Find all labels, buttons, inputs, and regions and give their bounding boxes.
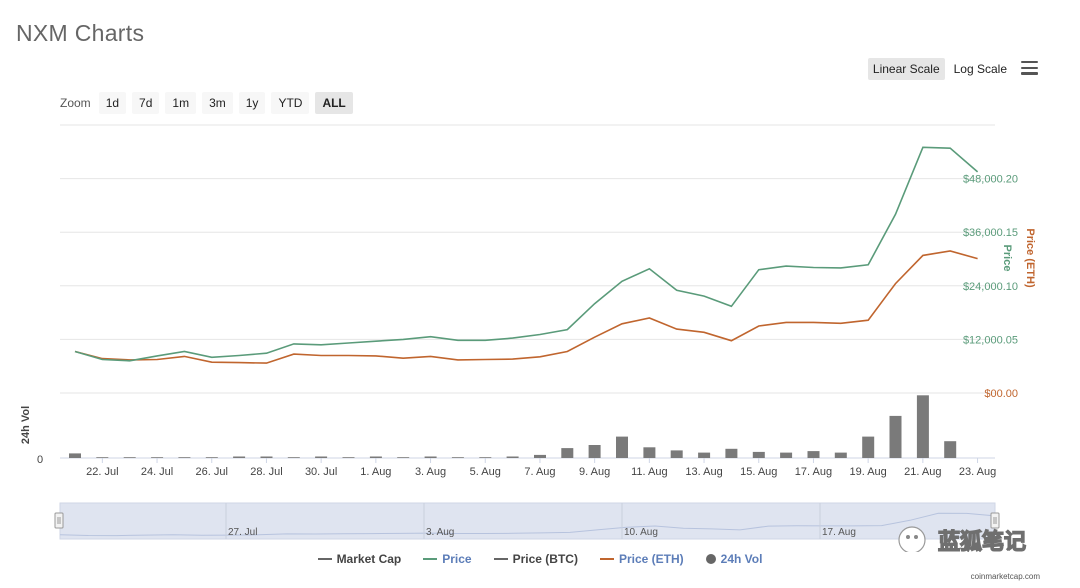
price-chart[interactable]: $00.00 $12,000.05 $24,000.10 $36,000.15 $48,…: [0, 0, 1080, 552]
x-tick-label: 17. Aug: [795, 466, 832, 478]
x-tick-label: 3. Aug: [415, 466, 446, 478]
legend-item-price-btc[interactable]: Price (BTC): [493, 552, 578, 566]
legend-24h-vol-swatch: [705, 554, 716, 564]
legend-price-label: Price: [442, 552, 472, 566]
navigator-label: 10. Aug: [624, 527, 658, 538]
volume-bar: [616, 436, 628, 458]
watermark-text: 蓝狐笔记: [938, 529, 1026, 552]
volume-bar: [96, 457, 109, 458]
x-tick-label: 15. Aug: [740, 466, 777, 478]
navigator-handle-left[interactable]: [54, 512, 64, 529]
volume-bar: [698, 452, 711, 458]
volume-bar: [123, 457, 136, 458]
volume-bar: [342, 457, 355, 458]
navigator-label: 27. Jul: [228, 527, 257, 538]
volume-bar: [69, 453, 81, 458]
legend: Market Cap Price Price (BTC) Price (ETH)…: [0, 552, 1080, 566]
x-tick-label: 22. Jul: [86, 466, 118, 478]
legend-item-24h-vol[interactable]: 24h Vol: [705, 552, 763, 566]
volume-bar: [151, 457, 164, 458]
vol-zero-label: 0: [37, 454, 43, 466]
y-axis-labels: $00.00 $12,000.05 $24,000.10 $36,000.15 $48,…: [963, 174, 1018, 400]
volume-bar: [834, 452, 847, 458]
x-tick-label: 11. Aug: [631, 466, 668, 478]
volume-bar: [178, 457, 191, 458]
vol-axis-title: 24h Vol: [20, 406, 32, 444]
x-tick-label: 30. Jul: [305, 466, 337, 478]
x-tick-label: 1. Aug: [360, 466, 391, 478]
volume-bar: [862, 436, 875, 458]
x-tick-label: 24. Jul: [141, 466, 173, 478]
y-tick-label: $00.00: [984, 388, 1018, 400]
x-tick-label: 13. Aug: [685, 466, 722, 478]
x-axis-labels: 22. Jul 24. Jul 26. Jul 28. Jul 30. Jul 1. Au…: [86, 458, 996, 478]
legend-market-cap-swatch: [317, 558, 332, 560]
x-tick-label: 28. Jul: [250, 466, 282, 478]
navigator-label: 17. Aug: [822, 527, 856, 538]
volume-bar: [944, 441, 957, 458]
volume-bars: [69, 395, 957, 458]
volume-bar: [725, 448, 738, 458]
volume-bar: [588, 445, 601, 458]
x-tick-label: 9. Aug: [579, 466, 610, 478]
volume-bar: [807, 451, 820, 458]
volume-bar: [670, 450, 683, 458]
y-tick-label: $36,000.15: [963, 227, 1018, 239]
credit-text: coinmarketcap.com: [970, 572, 1040, 581]
volume-bar: [315, 456, 328, 458]
volume-bar: [479, 457, 492, 458]
grid-lines: [60, 124, 995, 459]
y-tick-label: $12,000.05: [963, 334, 1018, 346]
legend-item-price[interactable]: Price: [423, 552, 472, 566]
price-axis-title: Price: [1001, 245, 1013, 272]
legend-item-price-eth[interactable]: Price (ETH): [599, 552, 684, 566]
volume-bar: [752, 451, 765, 458]
navigator-label: 3. Aug: [426, 527, 454, 538]
x-tick-label: 7. Aug: [524, 466, 555, 478]
volume-bar: [205, 457, 218, 458]
legend-item-market-cap[interactable]: Market Cap: [317, 552, 402, 566]
price-eth-axis-title: Price (ETH): [1024, 228, 1036, 288]
navigator-handle-left-body: [54, 512, 64, 529]
navigator-handle-right[interactable]: [990, 512, 1000, 529]
legend-price-eth-swatch: [599, 558, 614, 560]
y-tick-label: $24,000.10: [963, 281, 1018, 293]
volume-bar: [780, 452, 793, 458]
x-tick-label: 23. Aug: [959, 466, 996, 478]
volume-bar: [534, 454, 546, 458]
legend-price-eth-label: Price (ETH): [618, 552, 684, 566]
volume-bar: [889, 415, 902, 458]
volume-bar: [369, 456, 382, 458]
legend-market-cap-label: Market Cap: [336, 552, 402, 566]
volume-bar: [397, 457, 410, 458]
watermark: 蓝狐笔记: [898, 526, 1027, 552]
navigator-handle-right-body: [990, 512, 1000, 529]
legend-price-btc-swatch: [493, 558, 508, 560]
x-tick-label: 26. Jul: [196, 466, 228, 478]
volume-bar: [233, 456, 246, 458]
x-tick-label: 21. Aug: [904, 466, 941, 478]
x-tick-label: 5. Aug: [470, 466, 501, 478]
price-line: [74, 146, 979, 362]
legend-24h-vol-label: 24h Vol: [720, 552, 763, 566]
volume-bar: [506, 456, 519, 458]
volume-bar: [451, 457, 464, 458]
volume-bar: [287, 457, 300, 458]
legend-price-btc-label: Price (BTC): [512, 552, 578, 566]
x-tick-label: 19. Aug: [849, 466, 886, 478]
volume-bar: [643, 447, 656, 458]
volume-bar: [916, 395, 929, 458]
navigator[interactable]: 27. Jul 3. Aug 10. Aug 17. Aug: [54, 502, 1000, 540]
y-tick-label: $48,000.20: [963, 174, 1018, 186]
volume-bar: [260, 456, 273, 458]
volume-bar: [561, 448, 574, 458]
legend-price-swatch: [423, 558, 438, 560]
volume-bar: [424, 456, 437, 458]
